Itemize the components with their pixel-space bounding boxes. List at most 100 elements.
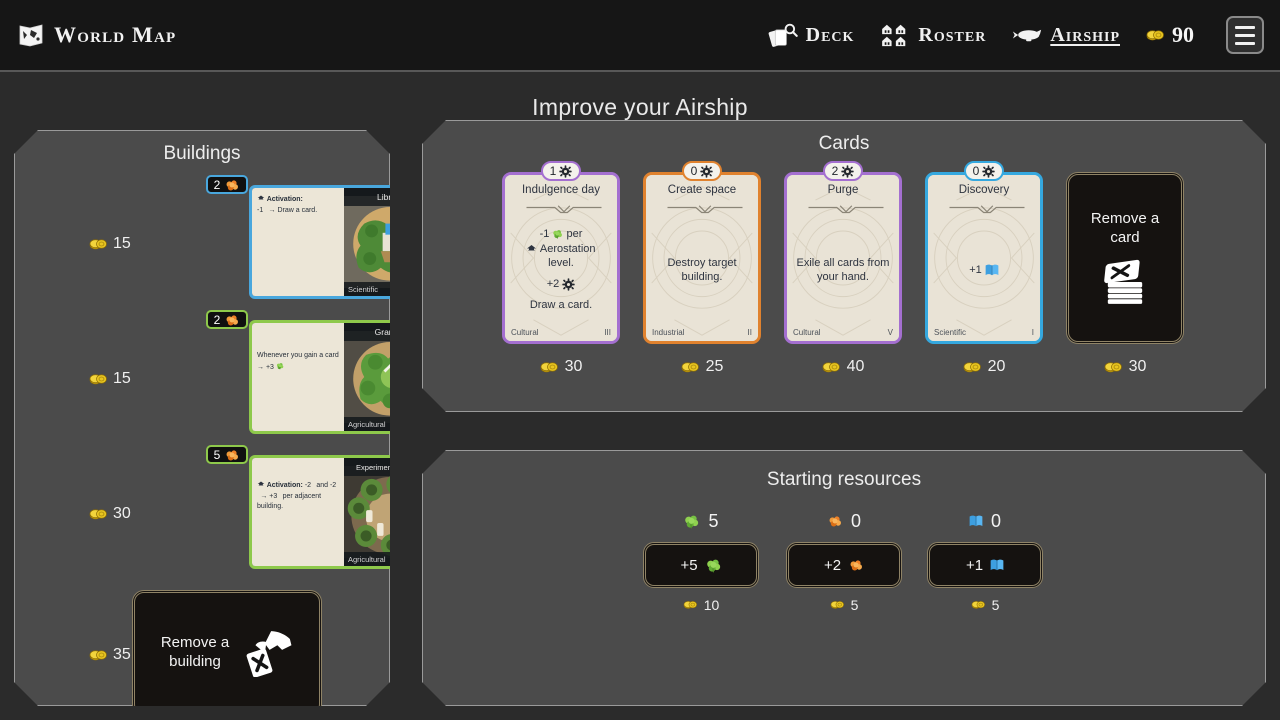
- card-offer-slot: Create space Destroy target building. In…: [643, 161, 761, 344]
- card-create-space[interactable]: Create space Destroy target building. In…: [643, 172, 761, 344]
- card-cost-value: 0: [690, 164, 698, 178]
- ore-icon: [224, 448, 240, 462]
- card-price-value: 20: [987, 358, 1006, 375]
- card-price-value: 40: [846, 358, 865, 375]
- card-divider-icon: [523, 205, 605, 215]
- building-category: Agricultural: [348, 419, 386, 429]
- building-cost-badge: 2: [206, 310, 248, 329]
- building-price: 30: [89, 505, 131, 523]
- card-effect-text: Destroy target building.: [667, 256, 737, 283]
- coin-icon: [830, 600, 845, 610]
- building-price: 15: [89, 235, 131, 253]
- card-name: Create space: [667, 184, 737, 196]
- card-tier: III: [604, 328, 611, 337]
- card-tier: I: [1031, 328, 1034, 337]
- card-category: Cultural: [511, 328, 539, 337]
- card-divider-icon: [946, 205, 1028, 215]
- card-price: 40: [784, 358, 902, 376]
- building-category: Scientific: [348, 284, 379, 294]
- ore-icon: [848, 558, 864, 572]
- nav-label-roster: Roster: [918, 23, 987, 46]
- remove-card-price: 30: [1066, 358, 1184, 376]
- card-effect-text: -1 per Aerostation level. +2 Draw a card…: [513, 223, 609, 317]
- card-divider-icon: [805, 205, 887, 215]
- building-card-text: Whenever you gain a card → +3: [257, 351, 339, 373]
- card-tier: II: [747, 328, 752, 337]
- ore-icon: [827, 514, 843, 528]
- nav-item-roster[interactable]: Roster: [880, 23, 986, 47]
- card-category: Industrial: [652, 328, 685, 337]
- building-card-library[interactable]: Activation: -1 → Draw a card. Library Sc…: [249, 185, 439, 299]
- coin-icon: [89, 508, 108, 521]
- coin-icon: [540, 361, 559, 374]
- remove-card-button[interactable]: Remove a card: [1066, 172, 1184, 344]
- coin-icon: [681, 361, 700, 374]
- resource-current-amount: 0: [900, 508, 1070, 534]
- building-card-experimental-station[interactable]: Activation: -2 and -2 → +3 per adjacent …: [249, 455, 439, 569]
- resource-amount-value: 0: [850, 510, 861, 531]
- remove-card-label: Remove a card: [1091, 210, 1159, 248]
- card-indulgence-day[interactable]: Indulgence day -1 per Aerostation level.…: [502, 172, 620, 344]
- gear-icon: [841, 165, 854, 178]
- card-name: Purge: [827, 184, 859, 196]
- remove-card-label-line1: Remove a: [1090, 210, 1160, 228]
- card-cost-badge: 2: [823, 161, 863, 181]
- remove-card-slot: Remove a card: [1066, 172, 1184, 344]
- card-effect-line-2: +2: [547, 277, 576, 291]
- card-effect-text: Exile all cards from your hand.: [796, 256, 890, 283]
- coin-icon: [683, 600, 698, 610]
- food-icon: [552, 229, 563, 239]
- building-price-value: 15: [113, 370, 131, 387]
- hamburger-menu-icon[interactable]: [1226, 16, 1264, 54]
- building-card-granary[interactable]: Whenever you gain a card → +3 Granary Ag…: [249, 320, 439, 434]
- buy-knowledge-button[interactable]: +1: [927, 542, 1043, 588]
- card-offer-slot: Discovery +1 Scientific I 0: [925, 161, 1043, 344]
- building-effect-text: -1 → Draw a card.: [257, 206, 318, 214]
- buildings-panel: Buildings 15 Activation: -1 → Draw a car…: [14, 130, 390, 706]
- gear-icon: [559, 165, 572, 178]
- coin-icon: [89, 373, 108, 386]
- building-cost-value: 2: [213, 312, 221, 327]
- card-price-value: 30: [564, 358, 583, 375]
- building-activation-label: Activation:: [266, 482, 303, 489]
- resource-amount-value: 5: [708, 510, 719, 531]
- book-icon: [969, 514, 983, 528]
- building-effect-text: Whenever you gain a card → +3: [257, 352, 339, 371]
- coin-icon: [1104, 361, 1123, 374]
- food-icon: [705, 558, 722, 573]
- resource-price-value: 5: [850, 597, 859, 613]
- building-card-text: Activation: -2 and -2 → +3 per adjacent …: [257, 480, 339, 513]
- aerostation-icon: [526, 244, 537, 253]
- building-price: 15: [89, 370, 131, 388]
- gear-icon: [562, 278, 575, 291]
- card-purge[interactable]: Purge Exile all cards from your hand. Cu…: [784, 172, 902, 344]
- buildings-panel-title: Buildings: [163, 143, 241, 164]
- world-map-icon: [18, 22, 44, 48]
- card-price: 25: [643, 358, 761, 376]
- buy-ore-button[interactable]: +2: [786, 542, 902, 588]
- buy-food-button[interactable]: +5: [643, 542, 759, 588]
- coin-icon: [971, 600, 986, 610]
- top-bar: World map Deck Roster Airship 90: [0, 0, 1280, 72]
- card-effect-line-1: -1 per Aerostation level.: [513, 227, 609, 270]
- card-effect-value: +1: [969, 263, 982, 276]
- food-icon: [276, 362, 284, 370]
- world-map-nav-button[interactable]: World map: [18, 22, 176, 48]
- book-icon: [990, 558, 1004, 572]
- card-cost-value: 0: [972, 164, 980, 178]
- building-offer-row: 15 Activation: -1 → Draw a card. Library: [15, 185, 391, 303]
- remove-building-label-line1: Remove a: [160, 634, 230, 652]
- remove-card-label-line2: card: [1110, 229, 1140, 246]
- buy-knowledge-label: +1: [965, 556, 984, 574]
- card-offer-slot: Indulgence day -1 per Aerostation level.…: [502, 161, 620, 344]
- remove-building-button[interactable]: Remove a building: [132, 590, 322, 716]
- card-cost-badge: 0: [964, 161, 1004, 181]
- card-cost-value: 1: [549, 164, 557, 178]
- resource-amount-value: 0: [990, 510, 1001, 531]
- nav-item-airship[interactable]: Airship: [1012, 23, 1120, 47]
- building-offer-row: 15 Whenever you gain a card → +3 Granary: [15, 320, 391, 438]
- nav-item-deck[interactable]: Deck: [768, 23, 855, 47]
- coin-icon: [963, 361, 982, 374]
- card-discovery[interactable]: Discovery +1 Scientific I: [925, 172, 1043, 344]
- card-divider-icon: [664, 205, 746, 215]
